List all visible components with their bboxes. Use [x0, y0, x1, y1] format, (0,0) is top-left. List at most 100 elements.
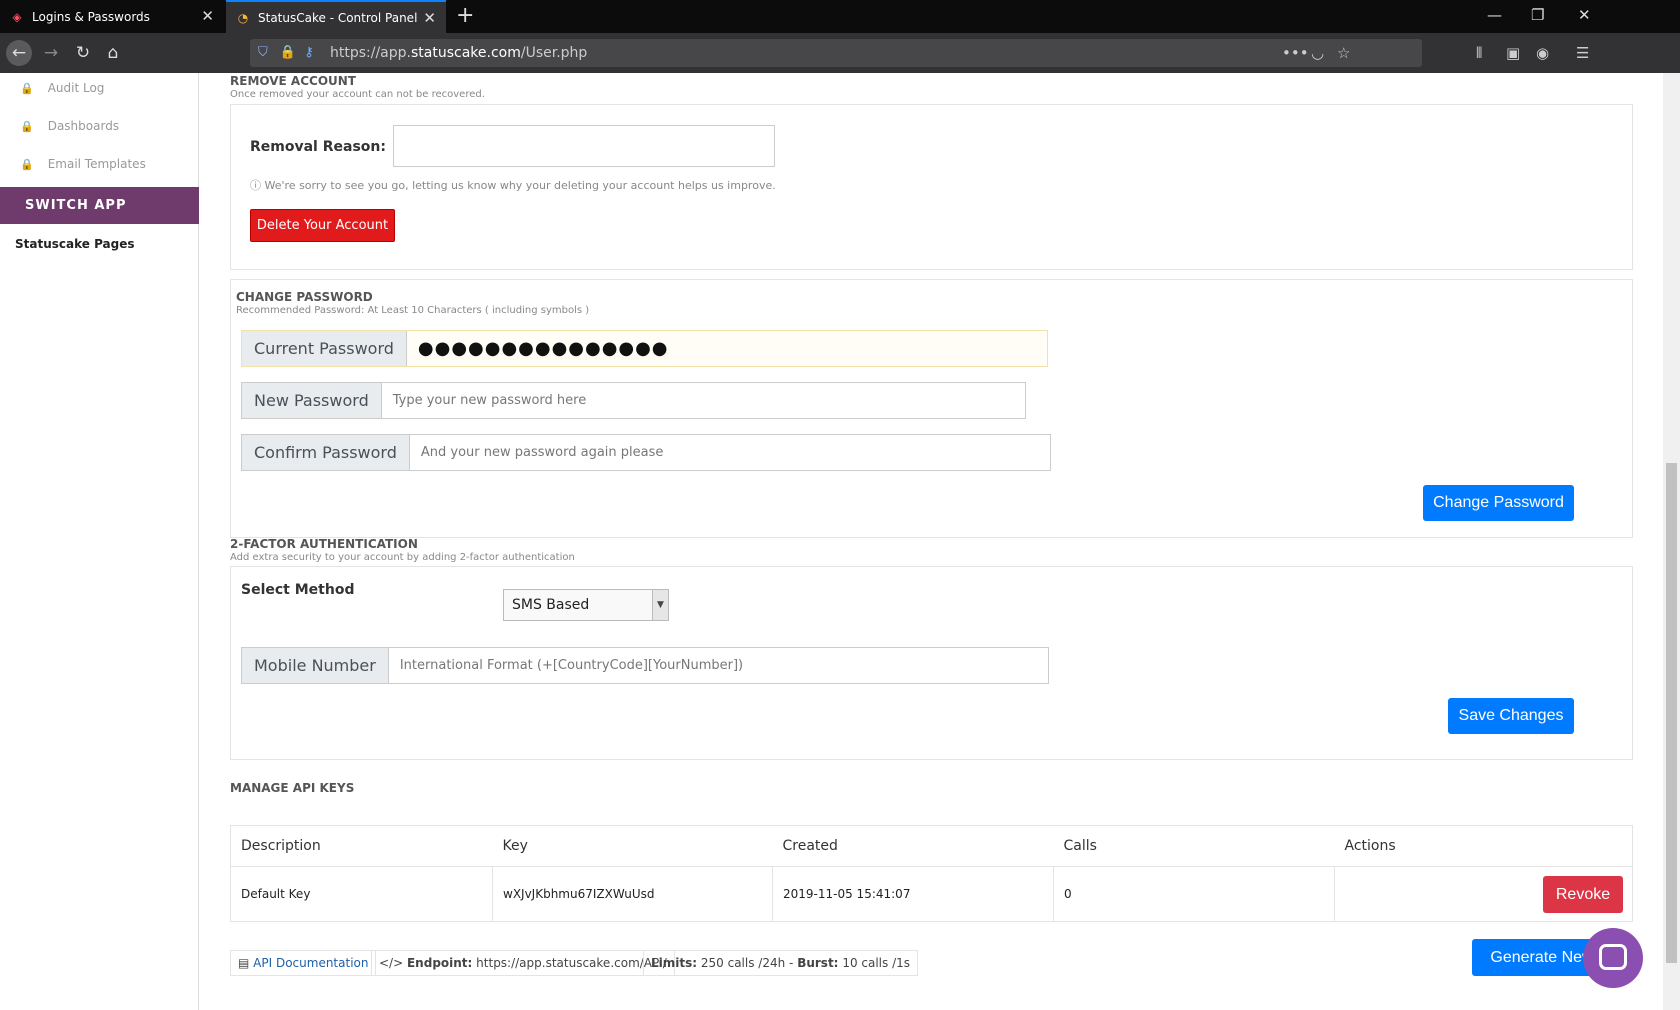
remove-account-subtitle: Once removed your account can not be rec… — [230, 89, 485, 100]
home-icon[interactable]: ⌂ — [100, 40, 126, 66]
api-documentation-chip: ▤ API Documentation — [230, 950, 377, 976]
switch-app-header[interactable]: SWITCH APP — [0, 187, 199, 224]
lockwise-icon: ◈ — [12, 9, 22, 24]
current-password-group: Current Password ●●●●●●●●●●●●●●● — [241, 330, 1048, 367]
change-password-button[interactable]: Change Password — [1423, 485, 1574, 521]
mobile-number-input[interactable]: International Format (+[CountryCode][You… — [388, 648, 1048, 683]
account-avatar-icon[interactable]: ◉ — [1536, 39, 1549, 67]
removal-hint: ⓘ We're sorry to see you go, letting us … — [250, 177, 776, 193]
sidebar-toggle-icon[interactable]: ▣ — [1506, 39, 1520, 67]
key-description: Default Key — [230, 866, 493, 922]
remove-account-title: REMOVE ACCOUNT — [230, 74, 356, 88]
pocket-icon[interactable]: ◡ — [1311, 39, 1324, 67]
method-select[interactable]: SMS Based ▼ — [503, 589, 669, 621]
limits-value: 250 calls /24h — [700, 956, 786, 970]
key-created: 2019-11-05 15:41:07 — [772, 866, 1054, 922]
library-icon[interactable]: ⫴ — [1476, 39, 1482, 67]
lock-icon[interactable]: 🔒 — [280, 45, 296, 60]
method-selected-value: SMS Based — [512, 597, 590, 613]
confirm-password-group: Confirm Password And your new password a… — [241, 434, 1051, 471]
page-actions-icon[interactable]: ••• — [1282, 39, 1309, 67]
sidebar-item-statuscake-pages[interactable]: Statuscake Pages — [15, 237, 135, 251]
key-icon[interactable]: ⚷ — [304, 45, 314, 60]
change-password-title: CHANGE PASSWORD — [236, 290, 373, 304]
minimize-icon[interactable]: — — [1487, 6, 1502, 24]
new-tab-icon[interactable]: + — [456, 4, 474, 28]
sidebar-item-label: Dashboards — [47, 119, 120, 133]
scrollbar-thumb[interactable] — [1666, 463, 1677, 963]
remove-account-panel: Removal Reason: ⓘ We're sorry to see you… — [230, 104, 1633, 270]
window-close-icon[interactable]: ✕ — [1578, 6, 1591, 24]
tab-statuscake[interactable]: ◔ StatusCake - Control Panel ✕ — [226, 0, 446, 33]
book-icon: ▤ — [238, 956, 250, 970]
table-header-row: Description Key Created Calls Actions — [230, 825, 1633, 867]
url-prefix: https://app. — [330, 45, 411, 61]
sidebar-item-label: Audit Log — [47, 81, 105, 95]
removal-reason-label: Removal Reason: — [250, 139, 386, 155]
browser-tab-bar: ◈ Logins & Passwords ✕ ◔ StatusCake - Co… — [0, 0, 1680, 33]
new-password-input[interactable]: Type your new password here — [381, 383, 1025, 418]
select-method-label: Select Method — [241, 582, 355, 598]
current-password-input[interactable]: ●●●●●●●●●●●●●●● — [406, 331, 1047, 366]
delete-account-button[interactable]: Delete Your Account — [250, 209, 395, 242]
lock-icon: 🔒 — [20, 120, 34, 133]
code-icon: </> — [379, 956, 404, 970]
sidebar-item-audit-log[interactable]: 🔒 Audit Log — [20, 81, 104, 95]
endpoint-label: Endpoint: — [406, 956, 473, 970]
chat-bubble-icon — [1599, 944, 1627, 970]
key-calls: 0 — [1053, 866, 1335, 922]
key-value: wXJvJKbhmu67IZXWuUsd — [492, 866, 773, 922]
mobile-number-label: Mobile Number — [242, 648, 389, 683]
page-scrollbar[interactable] — [1663, 73, 1680, 1010]
two-factor-title: 2-FACTOR AUTHENTICATION — [230, 537, 418, 551]
api-documentation-link[interactable]: API Documentation — [253, 956, 368, 970]
shield-icon[interactable]: ⛉ — [258, 45, 268, 60]
change-password-subtitle: Recommended Password: At Least 10 Charac… — [236, 305, 590, 316]
column-created: Created — [772, 825, 1054, 867]
chat-launcher-icon[interactable] — [1583, 928, 1643, 988]
tab-logins-passwords[interactable]: ◈ Logins & Passwords ✕ — [0, 0, 224, 33]
tab-title: StatusCake - Control Panel — [258, 10, 418, 25]
restore-icon[interactable]: ❐ — [1531, 6, 1544, 24]
question-circle-icon: ⓘ — [250, 179, 261, 192]
confirm-password-input[interactable]: And your new password again please — [409, 435, 1050, 470]
removal-reason-input[interactable] — [393, 125, 775, 167]
api-keys-table: Description Key Created Calls Actions De… — [230, 825, 1633, 922]
column-actions: Actions — [1334, 825, 1633, 867]
tab-title: Logins & Passwords — [32, 9, 150, 24]
url-bar[interactable]: https://app.statuscake.com/User.php — [250, 39, 1422, 67]
change-password-panel: CHANGE PASSWORD Recommended Password: At… — [230, 279, 1633, 538]
bookmark-star-icon[interactable]: ☆ — [1337, 39, 1350, 67]
new-password-group: New Password Type your new password here — [241, 382, 1026, 419]
revoke-button[interactable]: Revoke — [1543, 876, 1623, 913]
lock-icon: 🔒 — [20, 158, 34, 171]
endpoint-value: https://app.statuscake.com/API/ — [476, 956, 667, 970]
sidebar-item-email-templates[interactable]: 🔒 Email Templates — [20, 157, 146, 171]
removal-hint-text: We're sorry to see you go, letting us kn… — [264, 179, 776, 192]
save-changes-button[interactable]: Save Changes — [1448, 698, 1574, 734]
close-icon[interactable]: ✕ — [423, 10, 436, 26]
url-host: statuscake.com — [411, 45, 521, 61]
column-key: Key — [492, 825, 773, 867]
confirm-password-label: Confirm Password — [242, 435, 410, 470]
endpoint-chip: </> Endpoint: https://app.statuscake.com… — [371, 950, 675, 976]
mobile-number-group: Mobile Number International Format (+[Co… — [241, 647, 1049, 684]
two-factor-subtitle: Add extra security to your account by ad… — [230, 552, 575, 563]
reload-icon[interactable]: ↻ — [70, 40, 96, 66]
api-keys-title: MANAGE API KEYS — [230, 781, 355, 795]
close-icon[interactable]: ✕ — [201, 8, 214, 24]
new-password-label: New Password — [242, 383, 382, 418]
column-description: Description — [230, 825, 493, 867]
sidebar-item-dashboards[interactable]: 🔒 Dashboards — [20, 119, 119, 133]
forward-arrow-icon[interactable]: → — [38, 40, 64, 66]
two-factor-panel: Select Method SMS Based ▼ Mobile Number … — [230, 566, 1633, 760]
sidebar: 🔒 Audit Log 🔒 Dashboards 🔒 Email Templates … — [0, 73, 199, 1010]
key-actions: Revoke — [1335, 867, 1633, 922]
statuscake-icon: ◔ — [237, 10, 249, 25]
table-row: Default Key wXJvJKbhmu67IZXWuUsd 2019-11… — [230, 866, 1633, 922]
chevron-down-icon: ▼ — [652, 590, 668, 620]
burst-label: Burst: — [797, 956, 839, 970]
back-arrow-icon[interactable]: ← — [6, 40, 32, 66]
menu-icon[interactable]: ☰ — [1576, 39, 1589, 67]
sidebar-item-label: Email Templates — [47, 157, 146, 171]
